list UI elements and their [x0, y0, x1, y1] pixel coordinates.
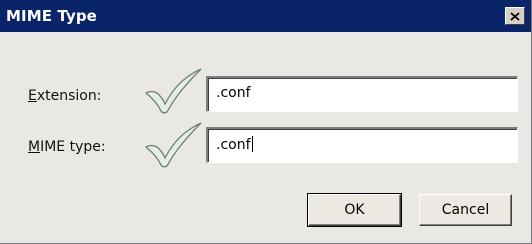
- checkmark-icon: [144, 68, 202, 114]
- mime-type-input[interactable]: .conf: [206, 127, 518, 163]
- close-icon: [510, 11, 520, 21]
- title-bar[interactable]: MIME Type: [0, 0, 531, 32]
- window-title: MIME Type: [6, 7, 97, 25]
- close-button[interactable]: [505, 7, 525, 25]
- checkmark-icon: [144, 122, 202, 168]
- extension-label: Extension:: [28, 88, 102, 104]
- text-cursor: [251, 136, 253, 152]
- cancel-button[interactable]: Cancel: [419, 194, 512, 226]
- extension-input[interactable]: .conf: [206, 76, 518, 112]
- ok-button[interactable]: OK: [307, 193, 402, 227]
- mime-type-dialog: MIME Type Extension: .conf MIME type: .c…: [0, 0, 532, 244]
- mime-type-label: MIME type:: [28, 139, 106, 155]
